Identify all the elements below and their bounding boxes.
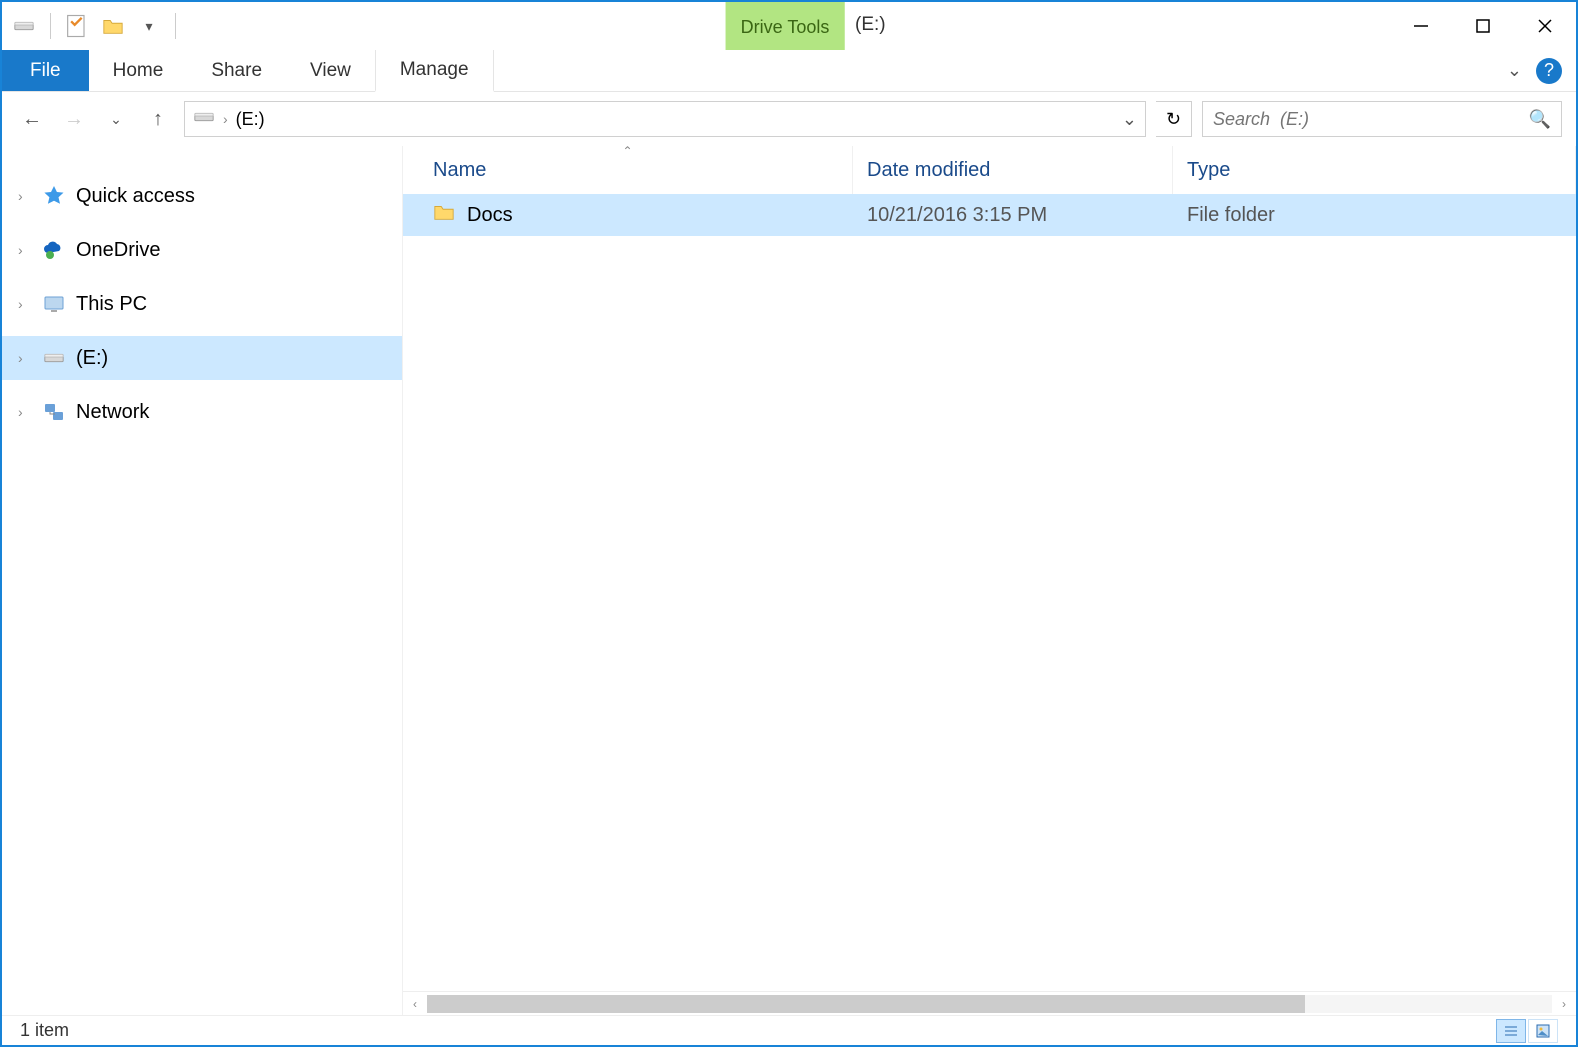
scroll-track[interactable]	[427, 995, 1552, 1013]
expand-ribbon-icon[interactable]: ⌄	[1507, 60, 1522, 81]
chevron-right-icon[interactable]: ›	[18, 242, 32, 258]
window-controls	[1390, 2, 1576, 50]
details-view-button[interactable]	[1496, 1019, 1526, 1043]
title-bar: ▾ Drive Tools (E:)	[2, 2, 1576, 50]
address-bar[interactable]: › (E:) ⌄	[184, 101, 1146, 137]
contextual-tab-group: Drive Tools	[726, 2, 845, 50]
file-rows: Docs 10/21/2016 3:15 PM File folder	[403, 194, 1576, 991]
star-icon	[40, 182, 68, 210]
column-headers: ⌃ Name Date modified Type	[403, 146, 1576, 194]
drive-icon	[193, 106, 215, 133]
close-button[interactable]	[1514, 2, 1576, 50]
refresh-button[interactable]: ↻	[1156, 101, 1192, 137]
table-row[interactable]: Docs 10/21/2016 3:15 PM File folder	[403, 194, 1576, 236]
back-button[interactable]: ←	[16, 103, 48, 135]
navpane-this-pc[interactable]: › This PC	[2, 282, 402, 326]
file-list-pane: ⌃ Name Date modified Type Docs 10/21/201…	[402, 146, 1576, 1015]
new-folder-icon[interactable]	[99, 12, 127, 40]
titlebar-center: Drive Tools (E:)	[180, 2, 1390, 50]
tab-file[interactable]: File	[2, 50, 89, 91]
onedrive-icon	[40, 236, 68, 264]
help-icon[interactable]: ?	[1536, 58, 1562, 84]
up-button[interactable]: ↑	[142, 103, 174, 135]
qat-customize-icon[interactable]: ▾	[135, 12, 163, 40]
column-name[interactable]: ⌃ Name	[403, 146, 853, 194]
column-label: Name	[433, 159, 486, 182]
sort-ascending-icon: ⌃	[622, 146, 632, 158]
separator	[175, 13, 176, 39]
item-type: File folder	[1173, 204, 1576, 227]
chevron-right-icon[interactable]: ›	[223, 111, 228, 127]
properties-icon[interactable]	[63, 12, 91, 40]
search-box[interactable]: 🔍	[1202, 101, 1562, 137]
computer-icon	[40, 290, 68, 318]
navpane-label: OneDrive	[76, 239, 160, 262]
column-date-modified[interactable]: Date modified	[853, 146, 1173, 194]
thumbnails-view-button[interactable]	[1528, 1019, 1558, 1043]
navpane-onedrive[interactable]: › OneDrive	[2, 228, 402, 272]
status-bar: 1 item	[2, 1015, 1576, 1045]
separator	[50, 13, 51, 39]
navpane-label: Network	[76, 401, 149, 424]
forward-button[interactable]: →	[58, 103, 90, 135]
tab-home[interactable]: Home	[89, 50, 188, 91]
breadcrumb-location[interactable]: (E:)	[236, 109, 265, 130]
chevron-right-icon[interactable]: ›	[18, 188, 32, 204]
navigation-bar: ← → ⌄ ↑ › (E:) ⌄ ↻ 🔍	[2, 92, 1576, 146]
navpane-label: (E:)	[76, 347, 108, 370]
chevron-right-icon[interactable]: ›	[18, 296, 32, 312]
recent-locations-icon[interactable]: ⌄	[100, 103, 132, 135]
navpane-label: Quick access	[76, 185, 195, 208]
search-icon[interactable]: 🔍	[1529, 109, 1551, 130]
item-date: 10/21/2016 3:15 PM	[853, 204, 1173, 227]
column-type[interactable]: Type	[1173, 146, 1576, 194]
tab-share[interactable]: Share	[187, 50, 286, 91]
drive-tools-label: Drive Tools	[726, 2, 845, 50]
drive-icon	[10, 12, 38, 40]
navpane-network[interactable]: › Network	[2, 390, 402, 434]
scroll-left-icon[interactable]: ‹	[403, 992, 427, 1016]
chevron-right-icon[interactable]: ›	[18, 350, 32, 366]
drive-icon	[40, 344, 68, 372]
ribbon-tabs: File Home Share View Manage ⌄ ?	[2, 50, 1576, 92]
column-label: Type	[1187, 159, 1230, 182]
chevron-right-icon[interactable]: ›	[18, 404, 32, 420]
quick-access-toolbar: ▾	[2, 2, 180, 50]
address-dropdown-icon[interactable]: ⌄	[1122, 109, 1137, 130]
minimize-button[interactable]	[1390, 2, 1452, 50]
folder-icon	[433, 201, 455, 229]
column-label: Date modified	[867, 159, 990, 182]
horizontal-scrollbar[interactable]: ‹ ›	[403, 991, 1576, 1015]
search-input[interactable]	[1213, 109, 1529, 130]
status-item-count: 1 item	[20, 1020, 69, 1041]
network-icon	[40, 398, 68, 426]
scroll-right-icon[interactable]: ›	[1552, 992, 1576, 1016]
tab-view[interactable]: View	[286, 50, 375, 91]
item-name: Docs	[467, 204, 513, 227]
navigation-pane: › Quick access › OneDrive ›	[2, 146, 402, 1015]
navpane-quick-access[interactable]: › Quick access	[2, 174, 402, 218]
tab-manage[interactable]: Manage	[375, 50, 494, 92]
scroll-thumb[interactable]	[427, 995, 1305, 1013]
navpane-label: This PC	[76, 293, 147, 316]
window-title: (E:)	[855, 14, 886, 36]
content-area: › Quick access › OneDrive ›	[2, 146, 1576, 1015]
maximize-button[interactable]	[1452, 2, 1514, 50]
navpane-drive-e[interactable]: › (E:)	[2, 336, 402, 380]
